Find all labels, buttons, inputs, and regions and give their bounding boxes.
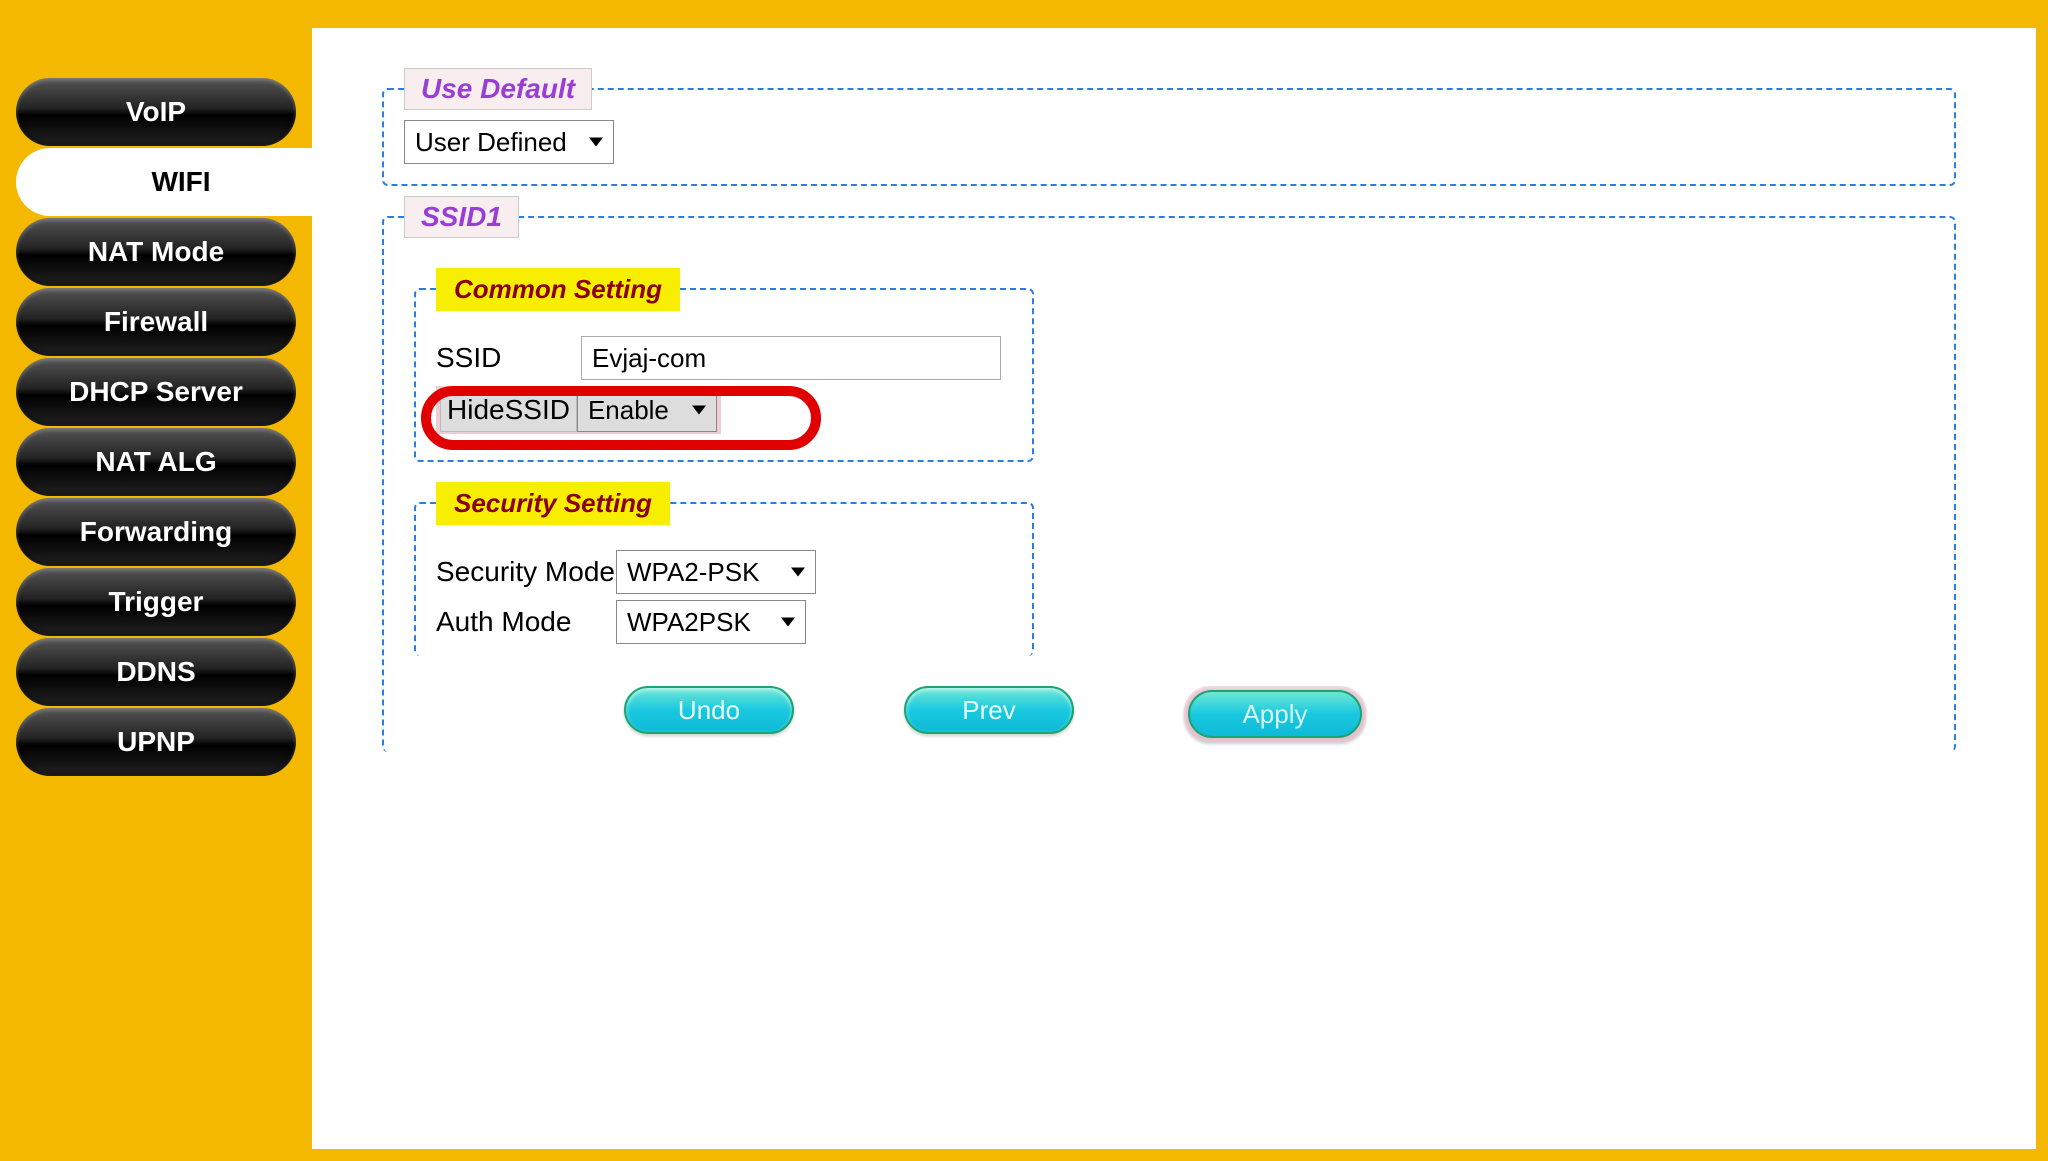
label-security-mode: Security Mode: [436, 556, 616, 588]
apply-button[interactable]: Apply: [1184, 686, 1366, 742]
sidebar-item-label: Trigger: [109, 586, 204, 618]
prev-button[interactable]: Prev: [904, 686, 1074, 734]
sidebar-item-label: NAT Mode: [88, 236, 224, 268]
apply-button-label: Apply: [1242, 699, 1307, 730]
app-frame: VoIP WIFI NAT Mode Firewall DHCP Server …: [0, 0, 2048, 1161]
top-gold-bar: [12, 0, 2036, 28]
security-mode-select[interactable]: WPA2-PSK: [616, 550, 816, 594]
sidebar-item-label: UPNP: [117, 726, 195, 758]
sidebar-item-label: DDNS: [116, 656, 195, 688]
auth-mode-select[interactable]: WPA2PSK: [616, 600, 806, 644]
sidebar-item-label: WIFI: [151, 166, 210, 198]
sidebar-item-dhcp-server[interactable]: DHCP Server: [16, 358, 296, 426]
sidebar-item-forwarding[interactable]: Forwarding: [16, 498, 296, 566]
legend-ssid1: SSID1: [404, 196, 519, 238]
sidebar-item-voip[interactable]: VoIP: [16, 78, 296, 146]
undo-button-label: Undo: [678, 695, 740, 726]
undo-button[interactable]: Undo: [624, 686, 794, 734]
sidebar-item-label: Forwarding: [80, 516, 232, 548]
chevron-down-icon: [781, 618, 795, 627]
fieldset-ssid1: SSID1 Common Setting SSID HideSSID Enabl…: [382, 216, 1956, 752]
fieldset-common-setting: Common Setting SSID HideSSID Enable: [414, 288, 1034, 462]
profile-select[interactable]: User Defined: [404, 120, 614, 164]
security-mode-value: WPA2-PSK: [627, 557, 759, 588]
fieldset-use-default: Use Default User Defined: [382, 88, 1956, 186]
hide-ssid-value: Enable: [588, 395, 669, 426]
legend-common-setting: Common Setting: [436, 268, 680, 311]
ssid-input[interactable]: [581, 336, 1001, 380]
fieldset-security-setting: Security Setting Security Mode WPA2-PSK …: [414, 502, 1034, 656]
sidebar-item-ddns[interactable]: DDNS: [16, 638, 296, 706]
sidebar-item-label: Firewall: [104, 306, 208, 338]
button-bar: Undo Prev Apply: [624, 686, 1934, 742]
sidebar-item-firewall[interactable]: Firewall: [16, 288, 296, 356]
sidebar-item-nat-alg[interactable]: NAT ALG: [16, 428, 296, 496]
sidebar-item-wifi[interactable]: WIFI: [16, 148, 346, 216]
profile-select-value: User Defined: [415, 127, 567, 158]
chevron-down-icon: [589, 138, 603, 147]
label-auth-mode: Auth Mode: [436, 606, 616, 638]
chevron-down-icon: [791, 568, 805, 577]
sidebar-item-trigger[interactable]: Trigger: [16, 568, 296, 636]
hide-ssid-select[interactable]: Enable: [577, 388, 717, 432]
sidebar-item-label: VoIP: [126, 96, 186, 128]
sidebar-item-upnp[interactable]: UPNP: [16, 708, 296, 776]
legend-use-default: Use Default: [404, 68, 592, 110]
row-security-mode: Security Mode WPA2-PSK: [436, 550, 1012, 594]
row-hide-ssid: HideSSID Enable: [436, 386, 1012, 434]
sidebar-item-nat-mode[interactable]: NAT Mode: [16, 218, 296, 286]
label-hide-ssid: HideSSID: [440, 388, 577, 432]
sidebar: VoIP WIFI NAT Mode Firewall DHCP Server …: [12, 28, 312, 1149]
auth-mode-value: WPA2PSK: [627, 607, 751, 638]
sidebar-item-label: NAT ALG: [95, 446, 216, 478]
main-area: VoIP WIFI NAT Mode Firewall DHCP Server …: [12, 28, 2036, 1149]
label-ssid: SSID: [436, 342, 581, 374]
content-panel: Use Default User Defined SSID1 Common Se…: [312, 28, 2036, 1149]
prev-button-label: Prev: [962, 695, 1015, 726]
legend-security-setting: Security Setting: [436, 482, 670, 525]
sidebar-item-label: DHCP Server: [69, 376, 243, 408]
row-auth-mode: Auth Mode WPA2PSK: [436, 600, 1012, 644]
chevron-down-icon: [692, 406, 706, 415]
row-ssid: SSID: [436, 336, 1012, 380]
